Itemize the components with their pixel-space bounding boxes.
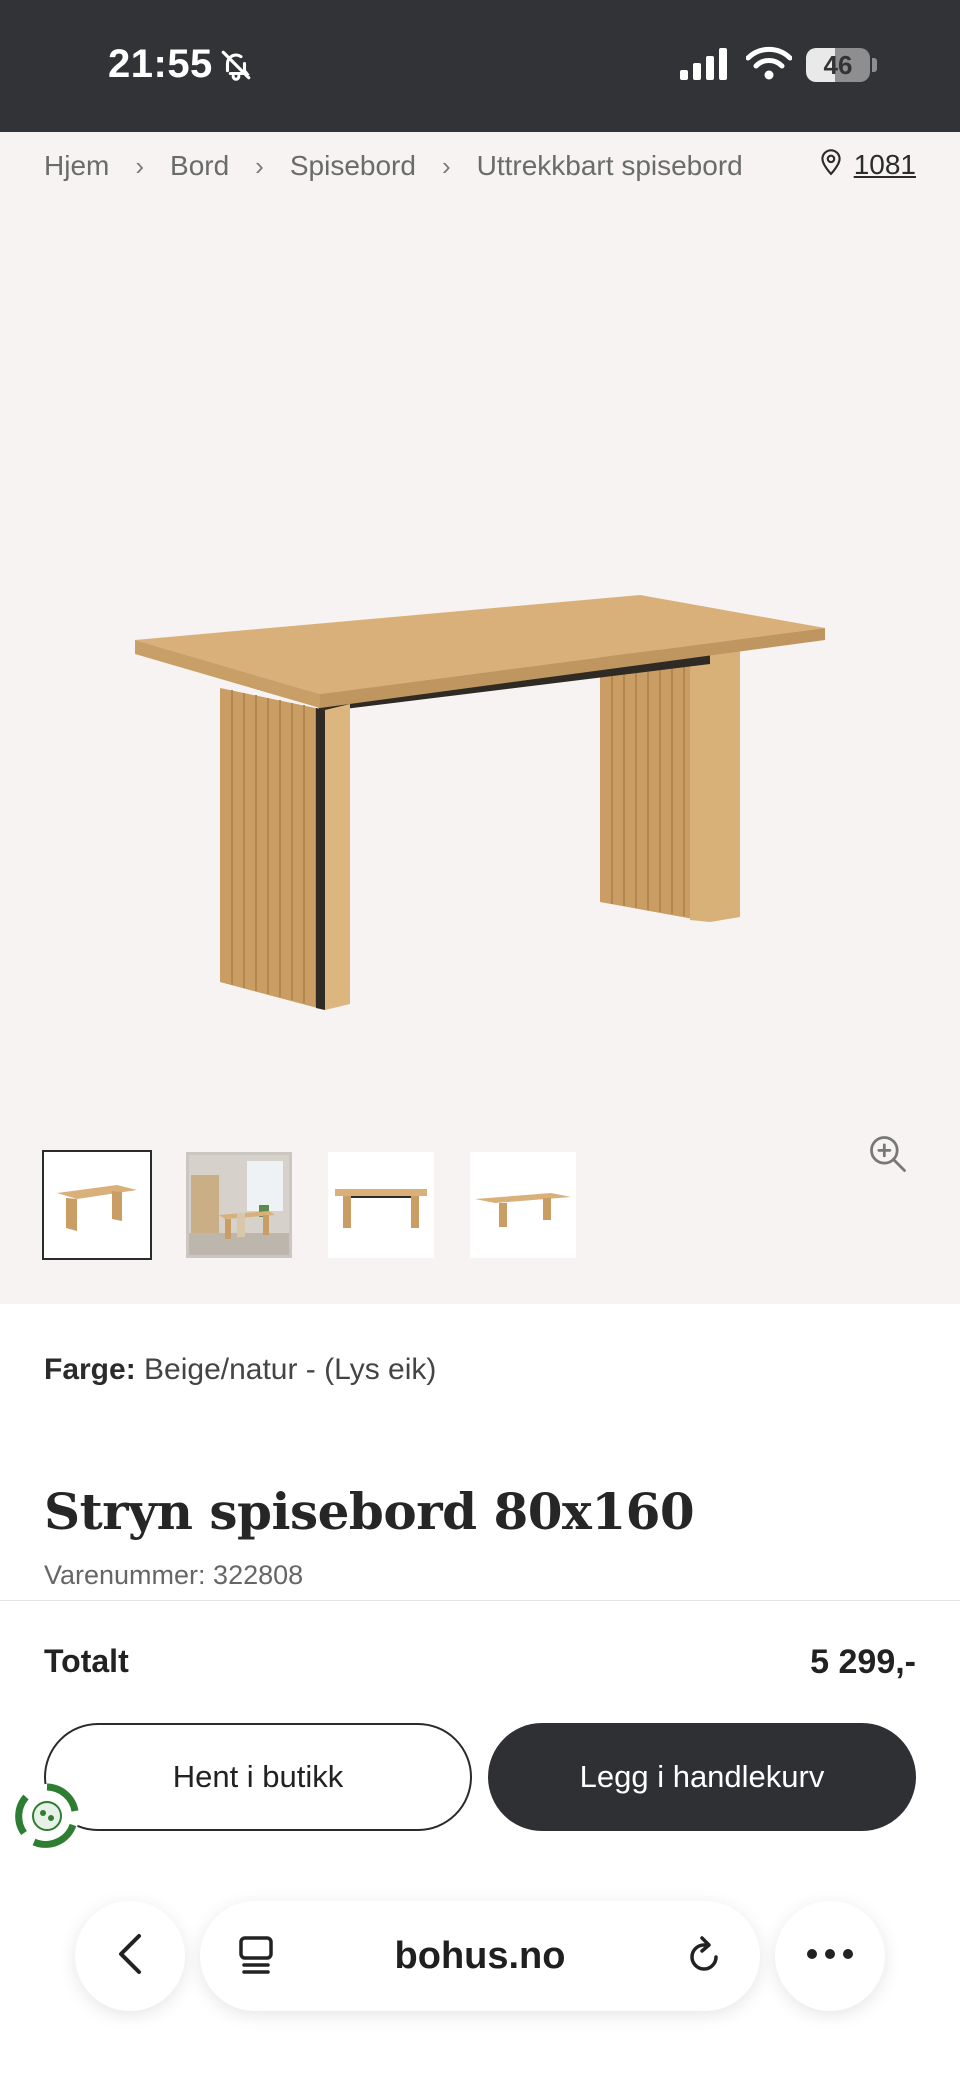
product-main-image[interactable]: [120, 432, 840, 1017]
thumb-table-side[interactable]: [470, 1152, 576, 1258]
back-button[interactable]: [75, 1901, 185, 2011]
breadcrumb-separator: ›: [255, 150, 264, 181]
thumbnail-strip: [42, 1150, 576, 1260]
eco-recycle-icon[interactable]: [12, 1781, 82, 1856]
breadcrumb-item-uttrekkbart[interactable]: Uttrekkbart spisebord: [477, 150, 743, 182]
product-sku: Varenummer: 322808: [44, 1560, 303, 1591]
zoom-in-icon[interactable]: [866, 1132, 910, 1181]
location-code[interactable]: 1081: [854, 149, 916, 181]
status-time: 21:55: [108, 42, 213, 86]
status-bar: 21:55 46: [0, 0, 960, 132]
back-chevron-icon: [115, 1932, 145, 1981]
product-title: Stryn spisebord 80x160: [44, 1482, 695, 1541]
color-selection: Farge: Beige/natur - (Lys eik): [44, 1353, 436, 1387]
more-button[interactable]: [775, 1901, 885, 2011]
total-label: Totalt: [44, 1643, 129, 1679]
breadcrumb-separator: ›: [441, 150, 451, 181]
signal-icon: [680, 48, 730, 85]
color-value: Beige/natur - (Lys eik): [144, 1353, 437, 1386]
battery-cap: [872, 58, 877, 72]
battery-level: 46: [823, 49, 853, 80]
url-text: bohus.no: [394, 1934, 566, 1977]
reload-icon[interactable]: [684, 1933, 726, 1982]
wifi-icon: [745, 46, 793, 85]
store-location[interactable]: 1081: [818, 146, 916, 183]
bell-off-icon: [219, 48, 253, 87]
breadcrumb-separator: ›: [135, 150, 145, 181]
breadcrumb-item-spisebord[interactable]: Spisebord: [290, 150, 416, 182]
thumb-table-angle[interactable]: [42, 1150, 152, 1260]
breadcrumb: Hjem › Bord › Spisebord › Uttrekkbart sp…: [44, 144, 743, 188]
breadcrumb-item-bord[interactable]: Bord: [170, 150, 229, 182]
sku-text: Varenummer: 322808: [44, 1560, 304, 1590]
thumb-room-scene[interactable]: [186, 1152, 292, 1258]
map-pin-icon: [818, 146, 844, 183]
thumb-table-front[interactable]: [328, 1152, 434, 1258]
breadcrumb-item-hjem[interactable]: Hjem: [44, 150, 109, 182]
add-to-cart-button[interactable]: Legg i handlekurv: [488, 1723, 916, 1831]
pickup-in-store-button[interactable]: Hent i butikk: [44, 1723, 472, 1831]
battery-icon: 46: [806, 48, 870, 82]
color-label: Farge:: [44, 1353, 136, 1386]
total-price: 5 299,-: [810, 1643, 916, 1681]
product-gallery: Hjem › Bord › Spisebord › Uttrekkbart sp…: [0, 132, 960, 1304]
browser-toolbar: bohus.no: [0, 1901, 960, 2061]
purchase-panel: Totalt 5 299,- Hent i butikk Legg i hand…: [0, 1600, 960, 2081]
address-bar[interactable]: bohus.no: [200, 1901, 760, 2011]
more-icon: [806, 1947, 854, 1965]
